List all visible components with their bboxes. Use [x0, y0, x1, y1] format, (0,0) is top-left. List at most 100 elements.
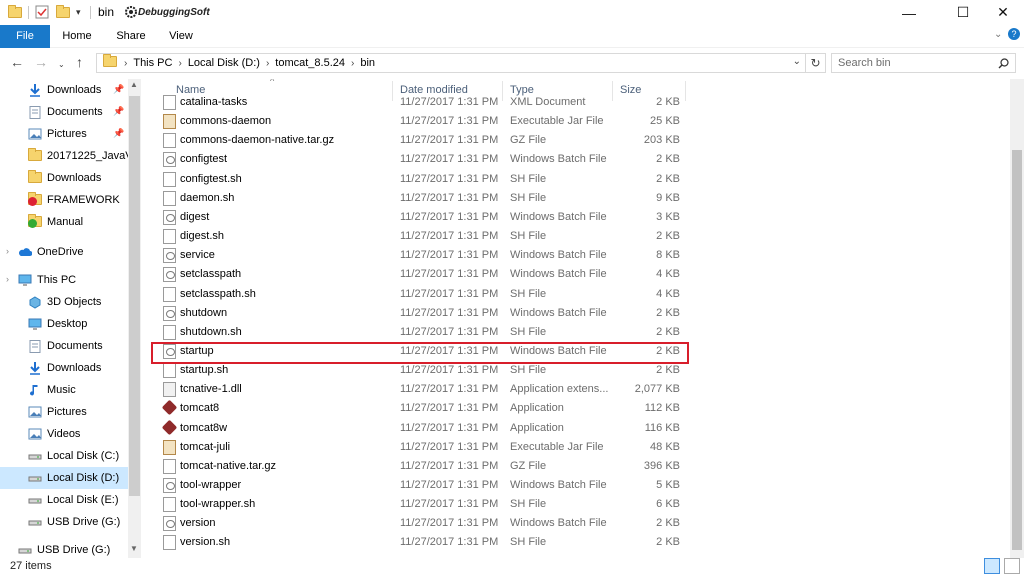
close-button[interactable]: ✕ — [980, 0, 1024, 25]
table-row[interactable]: version.sh 11/27/2017 1:31 PM SH File 2 KB — [150, 533, 690, 552]
sidebar-item-3[interactable]: 20171225_JavaVe — [0, 145, 128, 167]
table-row[interactable]: digest 11/27/2017 1:31 PM Windows Batch Fi… — [150, 208, 690, 227]
nav-scroll-up-icon[interactable]: ▲ — [130, 80, 138, 89]
minimize-button[interactable]: — — [886, 0, 932, 25]
cell-type: Application extens... — [510, 383, 609, 396]
large-icons-view-icon[interactable] — [1004, 558, 1020, 574]
table-row[interactable]: service 11/27/2017 1:31 PM Windows Batch F… — [150, 246, 690, 265]
download-arrow-icon — [28, 84, 42, 97]
chevron-right-icon[interactable]: › — [266, 58, 269, 69]
table-row[interactable]: tomcat8 11/27/2017 1:31 PM Application 112 … — [150, 399, 690, 418]
table-row[interactable]: configtest.sh 11/27/2017 1:31 PM SH File 2 … — [150, 170, 690, 189]
chevron-right-icon[interactable]: › — [351, 58, 354, 69]
logo: DebuggingSoft — [124, 4, 210, 20]
refresh-icon[interactable]: ↻ — [806, 53, 826, 73]
recent-locations-icon[interactable]: ⌄ — [58, 58, 65, 72]
sidebar-item-12[interactable]: Downloads — [0, 357, 128, 379]
sidebar-item-label: This PC — [37, 274, 77, 286]
sidebar-item-18[interactable]: Local Disk (E:) — [0, 489, 128, 511]
sidebar-item-2[interactable]: Pictures — [0, 123, 128, 145]
nav-scrollbar-thumb[interactable] — [129, 96, 140, 496]
table-row[interactable]: tomcat-juli 11/27/2017 1:31 PM Executable … — [150, 438, 690, 457]
expand-chevron-icon[interactable]: › — [6, 246, 9, 256]
table-row[interactable]: digest.sh 11/27/2017 1:31 PM SH File 2 KB — [150, 227, 690, 246]
sidebar-item-9[interactable]: 3D Objects — [0, 291, 128, 313]
tab-home[interactable]: Home — [58, 25, 96, 48]
address-bar[interactable]: › This PC › Local Disk (D:) › tomcat_8.5… — [96, 53, 806, 73]
up-arrow-icon[interactable]: ↑ — [76, 55, 83, 69]
table-row[interactable]: tool-wrapper.sh 11/27/2017 1:31 PM SH File… — [150, 495, 690, 514]
cell-type: GZ File — [510, 459, 547, 472]
table-row[interactable]: setclasspath.sh 11/27/2017 1:31 PM SH File… — [150, 285, 690, 304]
sidebar-item-6[interactable]: Manual — [0, 211, 128, 233]
cell-size: 2 KB — [656, 172, 680, 185]
file-icon — [163, 286, 176, 302]
cell-date: 11/27/2017 1:31 PM — [400, 268, 499, 281]
sidebar-item-8[interactable]: This PC — [0, 269, 128, 291]
sidebar-item-13[interactable]: Music — [0, 379, 128, 401]
chevron-right-icon[interactable]: › — [178, 58, 181, 69]
sidebar-item-14[interactable]: Pictures — [0, 401, 128, 423]
content-scrollbar-thumb[interactable] — [1012, 150, 1022, 550]
address-dropdown-icon[interactable]: ⌄ — [793, 56, 801, 67]
cell-date: 11/27/2017 1:31 PM — [400, 210, 499, 223]
table-row[interactable]: commons-daemon-native.tar.gz 11/27/2017 1… — [150, 131, 690, 150]
expand-chevron-icon[interactable]: › — [6, 274, 9, 284]
tab-file[interactable]: File — [0, 25, 50, 48]
sidebar-item-7[interactable]: OneDrive — [0, 241, 128, 263]
chevron-right-icon[interactable]: › — [124, 58, 127, 69]
cell-type: SH File — [510, 191, 547, 204]
tab-view[interactable]: View — [164, 25, 198, 48]
table-row[interactable]: commons-daemon 11/27/2017 1:31 PM Executab… — [150, 112, 690, 131]
cell-name: setclasspath — [180, 268, 242, 281]
breadcrumb-tomcat[interactable]: tomcat_8.5.24 — [275, 57, 345, 69]
sidebar-item-5[interactable]: FRAMEWORK — [0, 189, 128, 211]
table-row[interactable]: tcnative-1.dll 11/27/2017 1:31 PM Applicat… — [150, 380, 690, 399]
new-folder-icon[interactable] — [56, 4, 70, 20]
sidebar-item-10[interactable]: Desktop — [0, 313, 128, 335]
sidebar-item-11[interactable]: Documents — [0, 335, 128, 357]
table-row[interactable]: configtest 11/27/2017 1:31 PM Windows Batc… — [150, 150, 690, 169]
cell-type: Windows Batch File — [510, 153, 607, 166]
expand-ribbon-icon[interactable]: ⌄ — [994, 29, 1002, 40]
sidebar-item-20[interactable]: USB Drive (G:) — [0, 539, 128, 558]
table-row[interactable]: shutdown.sh 11/27/2017 1:31 PM SH File 2 KB — [150, 323, 690, 342]
sidebar-item-1[interactable]: Documents — [0, 101, 128, 123]
properties-icon[interactable] — [35, 4, 49, 20]
details-view-icon[interactable] — [984, 558, 1000, 574]
back-arrow-icon[interactable]: ← — [10, 55, 24, 69]
sidebar-item-4[interactable]: Downloads — [0, 167, 128, 189]
customize-toolbar-icon[interactable]: ▾ — [76, 4, 81, 20]
table-row[interactable]: shutdown 11/27/2017 1:31 PM Windows Batch … — [150, 304, 690, 323]
title-bar: ▾ bin DebuggingSoft — ☐ ✕ — [0, 0, 1024, 25]
sidebar-item-0[interactable]: Downloads — [0, 79, 128, 101]
search-placeholder: Search bin — [838, 57, 891, 69]
sidebar-item-17[interactable]: Local Disk (D:) — [0, 467, 128, 489]
pictures-icon — [28, 406, 42, 418]
table-row[interactable]: setclasspath 11/27/2017 1:31 PM Windows Ba… — [150, 265, 690, 284]
tab-share[interactable]: Share — [110, 25, 152, 48]
sidebar-item-16[interactable]: Local Disk (C:) — [0, 445, 128, 467]
cell-name: daemon.sh — [180, 191, 235, 204]
table-row[interactable]: tool-wrapper 11/27/2017 1:31 PM Windows Ba… — [150, 476, 690, 495]
cell-name: setclasspath.sh — [180, 287, 256, 300]
table-row[interactable]: catalina-tasks 11/27/2017 1:31 PM XML Docu… — [150, 93, 690, 112]
sidebar-item-label: Pictures — [47, 128, 87, 140]
sidebar-item-15[interactable]: Videos — [0, 423, 128, 445]
search-input[interactable]: Search bin — [831, 53, 1016, 73]
breadcrumb-this-pc[interactable]: This PC — [133, 57, 172, 69]
breadcrumb-local-disk-d[interactable]: Local Disk (D:) — [188, 57, 260, 69]
sidebar-item-label: Downloads — [47, 84, 102, 96]
sidebar-item-19[interactable]: USB Drive (G:) — [0, 511, 128, 533]
file-icon — [163, 535, 176, 551]
table-row[interactable]: daemon.sh 11/27/2017 1:31 PM SH File 9 KB — [150, 189, 690, 208]
table-row[interactable]: tomcat8w 11/27/2017 1:31 PM Application 116… — [150, 419, 690, 438]
table-row[interactable]: version 11/27/2017 1:31 PM Windows Batch F… — [150, 514, 690, 533]
forward-arrow-icon[interactable]: → — [34, 55, 48, 69]
breadcrumb-bin[interactable]: bin — [360, 57, 375, 69]
help-icon[interactable]: ? — [1008, 28, 1020, 40]
search-icon[interactable] — [998, 58, 1009, 69]
status-bar: 27 items — [0, 558, 1024, 576]
nav-scroll-down-icon[interactable]: ▼ — [130, 544, 138, 553]
table-row[interactable]: tomcat-native.tar.gz 11/27/2017 1:31 PM GZ… — [150, 457, 690, 476]
